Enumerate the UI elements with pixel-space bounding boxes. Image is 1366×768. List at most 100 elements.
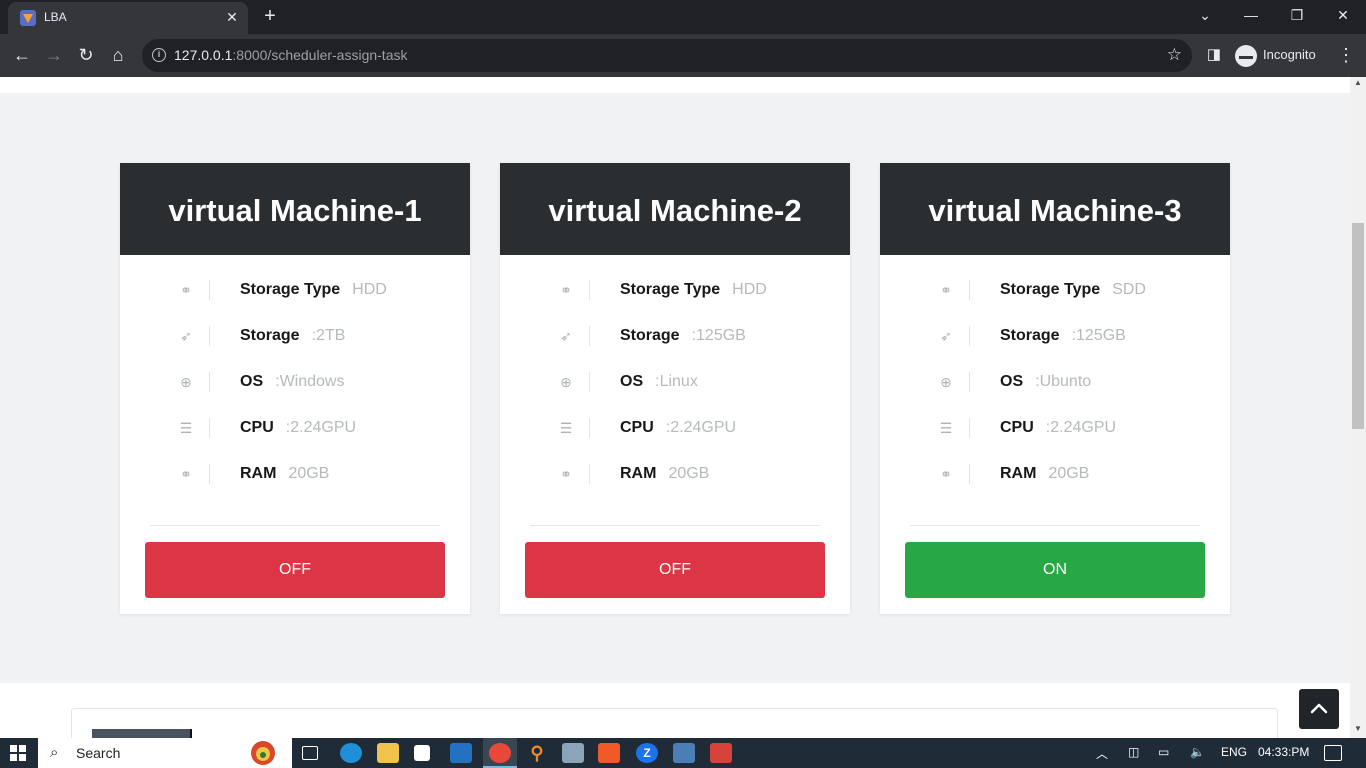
spec-divider — [969, 280, 970, 300]
address-bar[interactable]: i 127.0.0.1:8000/scheduler-assign-task ☆ — [142, 39, 1192, 72]
spec-value: :2.24GPU — [665, 419, 737, 436]
meet-now-icon[interactable]: ◫ — [1128, 745, 1139, 759]
windows-taskbar: ⌕ Search ⚲ Z ︿ ◫ ▭ 🔈 ENG 04:33:PM — [0, 738, 1366, 768]
incognito-indicator[interactable]: Incognito — [1235, 42, 1316, 68]
edge-browser-icon[interactable] — [340, 743, 362, 763]
scroll-down-icon[interactable]: ▼ — [1354, 725, 1362, 733]
back-to-top-button[interactable] — [1299, 689, 1339, 729]
spec-row: ➶ Storage:125GB — [500, 322, 850, 350]
spec-divider — [209, 372, 210, 392]
spec-row: ☰ CPU :2.24GPU — [500, 414, 850, 442]
spec-label: CPU — [1000, 419, 1034, 436]
network-icon[interactable]: ▭ — [1158, 745, 1169, 759]
lifebuoy-icon: ⊕ — [940, 374, 952, 390]
back-arrow-icon[interactable]: ← — [10, 43, 34, 67]
spec-divider — [209, 326, 210, 346]
rocket-icon: ➶ — [940, 328, 952, 344]
link-icon: ⚭ — [560, 282, 572, 298]
anydesk-icon[interactable] — [710, 743, 732, 763]
page-scrollbar[interactable]: ▲ ▼ — [1350, 77, 1366, 738]
restore-icon[interactable]: ❐ — [1274, 0, 1320, 30]
spec-text: Storage Type SDD — [1000, 281, 1146, 299]
spec-text: Storage:2TB — [240, 327, 345, 345]
spec-row: ⚭ RAM 20GB — [500, 460, 850, 488]
browser-tab[interactable]: LBA ✕ — [8, 2, 248, 34]
app-icon-red-dots[interactable] — [414, 745, 430, 761]
spec-text: Storage:125GB — [620, 327, 746, 345]
header-band — [0, 77, 1350, 93]
spec-value: :Windows — [275, 373, 345, 390]
taskbar-search-box[interactable]: ⌕ Search — [38, 738, 292, 768]
machine-card: virtual Machine-3 ⚭ Storage Type SDD ➶ Storag… — [880, 163, 1230, 614]
spec-label: Storage — [620, 327, 680, 344]
close-window-icon[interactable]: ✕ — [1320, 0, 1366, 30]
spec-text: CPU :2.24GPU — [620, 419, 736, 437]
spec-value: 20GB — [288, 465, 330, 482]
power-status-button[interactable]: OFF — [145, 542, 445, 598]
power-status-button[interactable]: ON — [905, 542, 1205, 598]
bookmark-star-icon[interactable]: ☆ — [1167, 45, 1182, 65]
spec-label: RAM — [1000, 465, 1037, 482]
brave-browser-icon[interactable] — [598, 743, 620, 763]
volume-icon[interactable]: 🔈 — [1190, 745, 1205, 759]
spec-value: HDD — [352, 281, 387, 298]
file-explorer-icon[interactable] — [377, 743, 399, 763]
spec-label: CPU — [620, 419, 654, 436]
vscode-icon[interactable] — [450, 743, 472, 763]
rocket-icon: ➶ — [180, 328, 192, 344]
spec-row: ➶ Storage:125GB — [880, 322, 1230, 350]
new-tab-button[interactable]: + — [259, 6, 281, 26]
spec-divider — [209, 464, 210, 484]
spec-divider — [589, 280, 590, 300]
spec-divider — [969, 464, 970, 484]
power-status-button[interactable]: OFF — [525, 542, 825, 598]
spec-text: Storage:125GB — [1000, 327, 1126, 345]
link-icon: ⚭ — [560, 466, 572, 482]
minimize-icon[interactable]: — — [1228, 0, 1274, 30]
url-text[interactable]: 127.0.0.1:8000/scheduler-assign-task — [174, 47, 408, 63]
spec-divider — [589, 326, 590, 346]
spec-label: OS — [240, 373, 264, 390]
windows-start-icon[interactable] — [10, 745, 26, 761]
database-icon: ☰ — [559, 420, 573, 436]
scroll-thumb[interactable] — [1352, 223, 1364, 429]
card-divider — [150, 525, 440, 526]
tab-search-chevron-icon[interactable]: ⌄ — [1182, 0, 1228, 30]
spec-divider — [969, 326, 970, 346]
monitor-app-icon[interactable] — [673, 743, 695, 763]
machine-title: virtual Machine-3 — [880, 163, 1230, 255]
spec-divider — [209, 280, 210, 300]
chrome-icon[interactable] — [489, 743, 511, 763]
spec-divider — [589, 418, 590, 438]
search-tool-icon[interactable]: ⚲ — [526, 743, 548, 763]
spec-text: RAM 20GB — [1000, 465, 1089, 483]
clock[interactable]: 04:33:PM — [1258, 745, 1309, 759]
spec-value: :2.24GPU — [1045, 419, 1117, 436]
forward-arrow-icon[interactable]: → — [42, 43, 66, 67]
remote-desktop-icon[interactable] — [562, 743, 584, 763]
tray-chevron-up-icon[interactable]: ︿ — [1096, 745, 1108, 762]
task-view-icon[interactable] — [302, 746, 318, 760]
scroll-up-icon[interactable]: ▲ — [1354, 79, 1362, 87]
browser-toolbar: ← → ↻ ⌂ i 127.0.0.1:8000/scheduler-assig… — [0, 34, 1366, 77]
site-info-icon[interactable]: i — [152, 48, 166, 62]
reload-icon[interactable]: ↻ — [74, 43, 98, 67]
machine-card: virtual Machine-2 ⚭ Storage Type HDD ➶ Storag… — [500, 163, 850, 614]
lifebuoy-icon: ⊕ — [180, 374, 192, 390]
browser-menu-icon[interactable]: ⋮ — [1334, 43, 1358, 67]
language-indicator[interactable]: ENG — [1221, 745, 1247, 759]
home-icon[interactable]: ⌂ — [106, 43, 130, 67]
spec-label: Storage Type — [620, 281, 721, 298]
spec-text: OS:Linux — [620, 373, 698, 391]
spec-row: ➶ Storage:2TB — [120, 322, 470, 350]
notifications-icon[interactable] — [1324, 745, 1342, 761]
incognito-label: Incognito — [1263, 47, 1316, 62]
spec-value: :Ubunto — [1035, 373, 1092, 390]
zalo-icon[interactable]: Z — [636, 743, 658, 763]
spec-row: ⚭ RAM 20GB — [120, 460, 470, 488]
spec-text: OS :Windows — [240, 373, 344, 391]
tab-close-icon[interactable]: ✕ — [224, 9, 240, 25]
side-panel-icon[interactable]: ◨ — [1202, 43, 1226, 67]
spec-value: :125GB — [1071, 327, 1126, 344]
spec-label: Storage Type — [1000, 281, 1101, 298]
